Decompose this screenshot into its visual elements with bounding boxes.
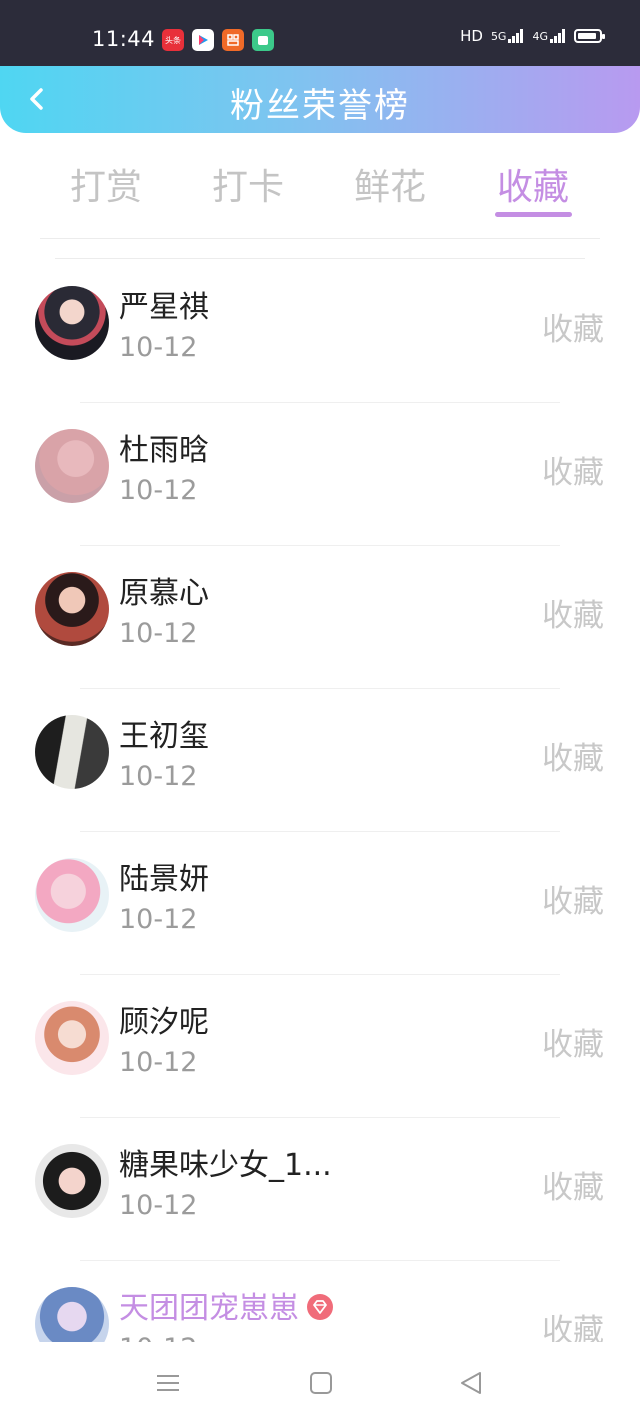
list-item[interactable]: 杜雨晗 10-12 收藏	[0, 403, 640, 546]
favorite-label: 收藏	[542, 455, 604, 491]
vip-badge-icon	[307, 1293, 333, 1320]
avatar[interactable]	[35, 858, 109, 932]
signal-5g-label: 5G	[490, 30, 507, 43]
favorite-label: 收藏	[542, 598, 604, 634]
favorite-label: 收藏	[542, 1313, 604, 1342]
fan-date: 10-12	[119, 1333, 197, 1342]
tab-favorites[interactable]: 收藏	[488, 158, 578, 210]
fan-date: 10-12	[119, 1047, 198, 1078]
list-item[interactable]: 原慕心 10-12 收藏	[0, 546, 640, 689]
system-nav-bar	[0, 1342, 640, 1422]
fan-name: 杜雨晗	[119, 433, 209, 468]
avatar[interactable]	[35, 429, 109, 503]
app-orange-icon	[222, 29, 244, 51]
favorite-label: 收藏	[542, 741, 604, 777]
list-item[interactable]: 糖果味少女_1... 10-12 收藏	[0, 1118, 640, 1261]
status-time: 11:44	[92, 27, 156, 51]
fan-name: 天团团宠崽崽	[119, 1291, 299, 1326]
fan-ranking-list: 严星祺 10-12 收藏 杜雨晗 10-12 收藏 原慕心 10-12 收藏 王…	[0, 260, 640, 1342]
signal-bars-icon	[550, 29, 565, 43]
fan-date: 10-12	[119, 1190, 198, 1221]
fan-name: 王初玺	[119, 719, 209, 754]
favorite-label: 收藏	[542, 1027, 604, 1063]
home-button[interactable]	[308, 1370, 334, 1396]
fan-date: 10-12	[119, 618, 198, 649]
page-title: 粉丝荣誉榜	[230, 86, 410, 126]
home-square-icon	[310, 1372, 332, 1394]
signal-5g: 5G	[491, 29, 525, 43]
menu-icon	[157, 1375, 179, 1391]
fan-name: 陆景妍	[119, 862, 209, 897]
avatar[interactable]	[35, 1287, 109, 1342]
page-header: 粉丝荣誉榜	[0, 66, 640, 133]
list-top-divider	[55, 258, 585, 259]
favorite-label: 收藏	[542, 312, 604, 348]
signal-4g-label: 4G	[532, 30, 548, 43]
app-green-icon	[252, 29, 274, 51]
status-bar: 11:44 头条 HD 5G 4G	[0, 0, 640, 66]
menu-button[interactable]	[155, 1370, 181, 1396]
fan-name: 严星祺	[119, 290, 209, 325]
favorite-label: 收藏	[542, 1170, 604, 1206]
signal-bars-icon	[508, 29, 524, 43]
youku-icon	[192, 29, 214, 51]
status-indicators: HD 5G 4G	[460, 27, 605, 45]
fan-name-vip: 天团团宠崽崽	[119, 1283, 333, 1327]
avatar[interactable]	[35, 1144, 109, 1218]
fan-date: 10-12	[119, 475, 198, 506]
tab-reward[interactable]: 打赏	[61, 158, 151, 210]
signal-4g: 4G	[532, 29, 566, 43]
battery-icon	[574, 29, 605, 43]
hd-label: HD	[460, 27, 483, 45]
notification-app-icons: 头条	[162, 29, 274, 51]
fan-date: 10-12	[119, 332, 198, 363]
tab-flowers[interactable]: 鲜花	[345, 158, 435, 210]
tab-divider	[40, 238, 600, 239]
avatar[interactable]	[35, 715, 109, 789]
back-triangle-icon	[461, 1372, 481, 1394]
system-back-button[interactable]	[458, 1370, 484, 1396]
avatar[interactable]	[35, 572, 109, 646]
favorite-label: 收藏	[542, 884, 604, 920]
fan-date: 10-12	[119, 761, 198, 792]
toutiao-icon: 头条	[162, 29, 184, 51]
fan-name: 原慕心	[119, 576, 209, 611]
list-item[interactable]: 陆景妍 10-12 收藏	[0, 832, 640, 975]
active-tab-indicator	[495, 212, 572, 217]
list-item[interactable]: 严星祺 10-12 收藏	[0, 260, 640, 403]
avatar[interactable]	[35, 1001, 109, 1075]
avatar[interactable]	[35, 286, 109, 360]
fan-name: 糖果味少女_1...	[119, 1148, 332, 1183]
list-item[interactable]: 王初玺 10-12 收藏	[0, 689, 640, 832]
fan-name: 顾汐呢	[119, 1005, 209, 1040]
list-item[interactable]: 天团团宠崽崽 10-12 收藏	[0, 1261, 640, 1342]
tab-checkin[interactable]: 打卡	[203, 158, 293, 210]
fan-date: 10-12	[119, 904, 198, 935]
list-item[interactable]: 顾汐呢 10-12 收藏	[0, 975, 640, 1118]
